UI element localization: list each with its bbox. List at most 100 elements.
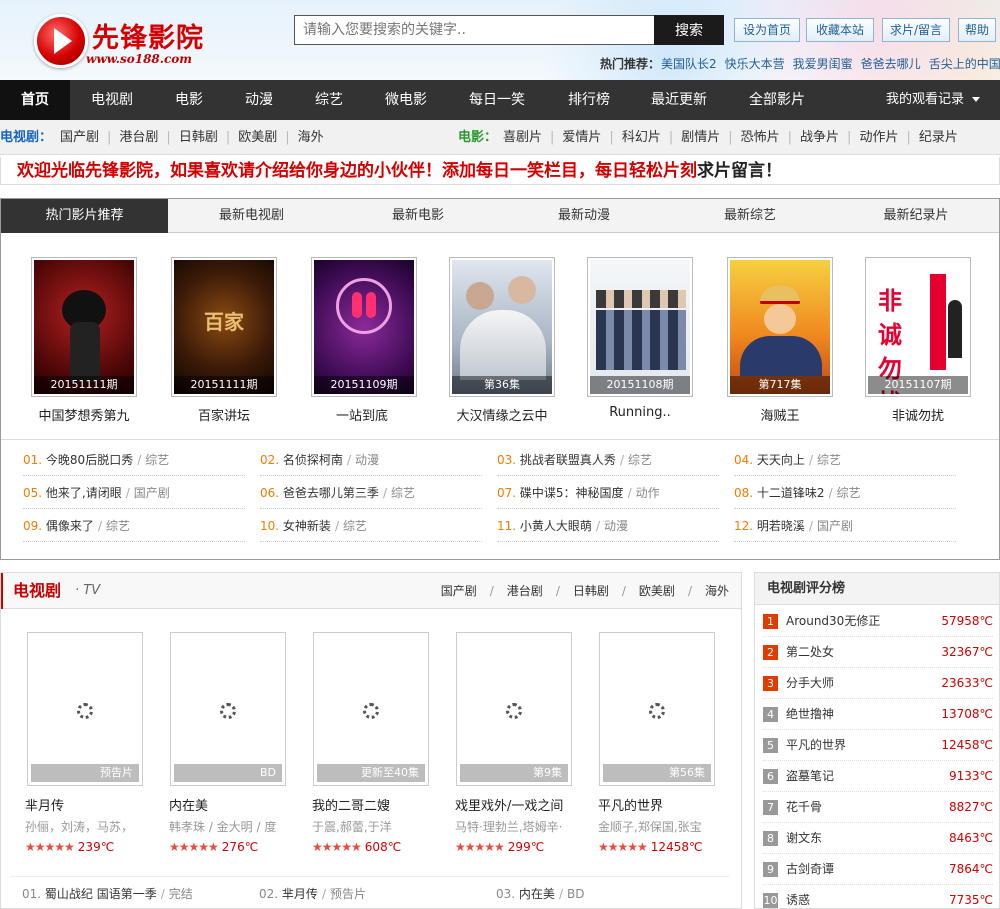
subnav-tv-item[interactable]: 港台剧 (119, 130, 158, 145)
subnav-movie-item[interactable]: 剧情片 (681, 130, 720, 145)
bookmark-link[interactable]: 收藏本站 (806, 18, 874, 42)
rank-item[interactable]: 9 古剑奇谭 7864℃ (763, 854, 993, 885)
hot-search-item[interactable]: 我爱男闺蜜 (793, 57, 853, 71)
nav-recent-updates[interactable]: 最近更新 (640, 80, 718, 120)
poster-card[interactable]: 20151111期 (31, 257, 137, 397)
tv-card[interactable]: 更新至40集 (313, 632, 429, 786)
list-item[interactable]: 01. 蜀山战纪 国语第一季 / 完结 (22, 880, 193, 908)
tv-category-link[interactable]: 港台剧 (507, 584, 543, 598)
tv-title[interactable]: 平凡的世界 (598, 795, 663, 814)
rank-item[interactable]: 1 Around30无修正 57958℃ (763, 606, 993, 637)
subnav-movie-item[interactable]: 恐怖片 (741, 130, 780, 145)
search-button[interactable]: 搜索 (654, 15, 724, 45)
nav-ranking[interactable]: 排行榜 (554, 80, 624, 120)
star-rating-icon: ★★★★★ (598, 840, 648, 854)
nav-movie[interactable]: 电影 (156, 80, 222, 120)
poster-card[interactable]: 第717集 (727, 257, 833, 397)
nav-daily-laugh[interactable]: 每日一笑 (456, 80, 538, 120)
section-title[interactable]: 电视剧 (13, 573, 61, 609)
list-item[interactable]: 11. 小黄人大眼萌 / 动漫 (497, 510, 719, 542)
watch-history-menu[interactable]: 我的观看记录 (886, 80, 980, 120)
tv-card[interactable]: BD (170, 632, 286, 786)
hot-search-item[interactable]: 爸爸去哪儿 (861, 57, 921, 71)
nav-anime[interactable]: 动漫 (226, 80, 292, 120)
poster-title[interactable]: 非诚勿扰 (853, 405, 983, 424)
poster-title[interactable]: 百家讲坛 (159, 405, 289, 424)
tab-latest-movie[interactable]: 最新电影 (335, 199, 501, 233)
subnav-movie-item[interactable]: 战争片 (800, 130, 839, 145)
tab-latest-variety[interactable]: 最新综艺 (667, 199, 833, 233)
poster-card[interactable]: 非诚勿扰 20151107期 (865, 257, 971, 397)
subnav-movie-item[interactable]: 纪录片 (919, 130, 958, 145)
tv-category-link[interactable]: 欧美剧 (639, 584, 675, 598)
list-item[interactable]: 10. 女神新装 / 综艺 (260, 510, 482, 542)
rank-item[interactable]: 2 第二处女 32367℃ (763, 637, 993, 668)
subnav-movie-item[interactable]: 爱情片 (562, 130, 601, 145)
poster-title[interactable]: 中国梦想秀第九 (19, 405, 149, 424)
tv-title[interactable]: 芈月传 (25, 795, 64, 814)
tv-category-link[interactable]: 日韩剧 (573, 584, 609, 598)
poster-card[interactable]: 20151108期 (587, 257, 693, 397)
rank-item[interactable]: 8 谢文东 8463℃ (763, 823, 993, 854)
welcome-request-link[interactable]: 求片留言！ (697, 161, 782, 181)
rank-item[interactable]: 7 花千骨 8827℃ (763, 792, 993, 823)
help-link[interactable]: 帮助 (958, 18, 996, 42)
tv-category-link[interactable]: 海外 (705, 584, 729, 598)
tab-latest-anime[interactable]: 最新动漫 (501, 199, 667, 233)
hot-search-item[interactable]: 舌尖上的中国 (929, 57, 1000, 71)
subnav-movie-item[interactable]: 科幻片 (622, 130, 661, 145)
subnav-movie-item[interactable]: 喜剧片 (503, 130, 542, 145)
tv-title[interactable]: 我的二哥二嫂 (312, 795, 390, 814)
poster-card[interactable]: 20151109期 (311, 257, 417, 397)
poster-card[interactable]: 百家 20151111期 (171, 257, 277, 397)
tab-latest-tv[interactable]: 最新电视剧 (168, 199, 335, 233)
list-item[interactable]: 08. 十二道锋味2/综艺 (734, 477, 956, 509)
site-logo[interactable]: 先锋影院 www.so188.com (34, 12, 224, 70)
subnav-tv-item[interactable]: 日韩剧 (179, 130, 218, 145)
subnav-tv-item[interactable]: 欧美剧 (238, 130, 277, 145)
hot-search-item[interactable]: 美国队长2 (661, 57, 717, 71)
list-item[interactable]: 06. 爸爸去哪儿第三季 / 综艺 (260, 477, 482, 509)
rank-item[interactable]: 3 分手大师 23633℃ (763, 668, 993, 699)
rank-item[interactable]: 4 绝世撸神 13708℃ (763, 699, 993, 730)
list-item[interactable]: 02. 芈月传 / 预告片 (259, 880, 366, 908)
tv-card[interactable]: 第56集 (599, 632, 715, 786)
subnav-tv-item[interactable]: 国产剧 (60, 130, 99, 145)
nav-all-films[interactable]: 全部影片 (738, 80, 816, 120)
request-link[interactable]: 求片/留言 (882, 18, 950, 42)
rank-item[interactable]: 10 诱惑 7735℃ (763, 885, 993, 909)
nav-tv[interactable]: 电视剧 (76, 80, 148, 120)
tab-hot-films[interactable]: 热门影片推荐 (1, 199, 168, 233)
poster-title[interactable]: 海贼王 (715, 405, 845, 424)
subnav-movie-item[interactable]: 动作片 (859, 130, 898, 145)
tv-card[interactable]: 第9集 (456, 632, 572, 786)
poster-title[interactable]: Running.. (575, 405, 705, 420)
list-item[interactable]: 02. 名侦探柯南 / 动漫 (260, 444, 482, 476)
tv-title[interactable]: 戏里戏外/一戏之间 (455, 795, 563, 814)
nav-home[interactable]: 首页 (0, 80, 70, 120)
poster-card[interactable]: 第36集 (449, 257, 555, 397)
list-item[interactable]: 05. 他来了,请闭眼 / 国产剧 (23, 477, 245, 509)
rank-item[interactable]: 6 盗墓笔记 9133℃ (763, 761, 993, 792)
list-item[interactable]: 09. 偶像来了 / 综艺 (23, 510, 245, 542)
poster-title[interactable]: 大汉情缘之云中 (437, 405, 567, 424)
list-item[interactable]: 03. 内在美 / BD (496, 880, 584, 908)
list-item[interactable]: 03. 挑战者联盟真人秀 / 综艺 (497, 444, 719, 476)
nav-micro-film[interactable]: 微电影 (370, 80, 442, 120)
list-item[interactable]: 07. 碟中谍5：神秘国度 / 动作 (497, 477, 719, 509)
poster-title[interactable]: 一站到底 (297, 405, 427, 424)
list-item[interactable]: 01. 今晚80后脱口秀 / 综艺 (23, 444, 245, 476)
subnav-tv-item[interactable]: 海外 (298, 130, 324, 145)
list-item[interactable]: 12. 明若晓溪 / 国产剧 (734, 510, 956, 542)
rank-item[interactable]: 5 平凡的世界 12458℃ (763, 730, 993, 761)
tv-card[interactable]: 预告片 (27, 632, 143, 786)
set-homepage-link[interactable]: 设为首页 (734, 18, 800, 42)
hot-search-item[interactable]: 快乐大本营 (725, 57, 785, 71)
tv-category-link[interactable]: 国产剧 (441, 584, 477, 598)
poster-image: 20151108期 (590, 260, 690, 394)
search-input[interactable] (294, 15, 656, 45)
nav-variety[interactable]: 综艺 (296, 80, 362, 120)
list-item[interactable]: 04. 天天向上 / 综艺 (734, 444, 956, 476)
tv-title[interactable]: 内在美 (169, 795, 208, 814)
tab-latest-documentary[interactable]: 最新纪录片 (833, 199, 999, 233)
